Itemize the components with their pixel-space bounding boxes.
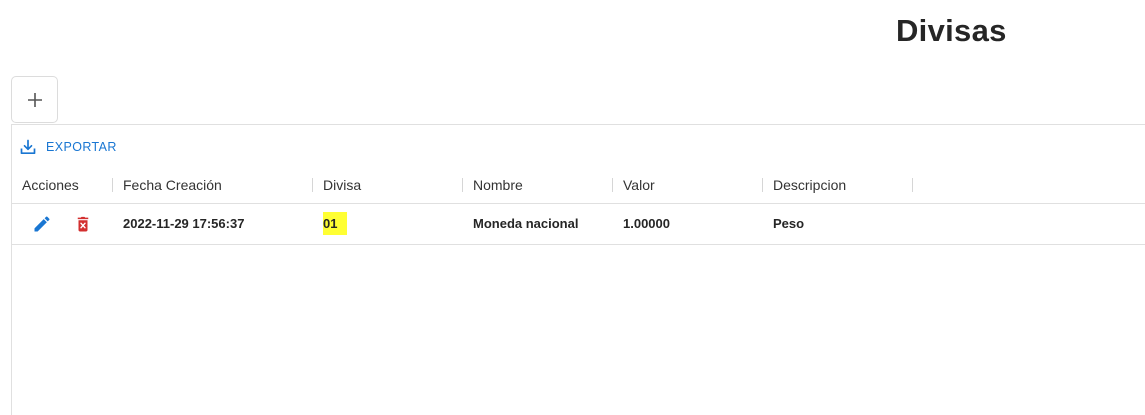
download-icon: [20, 139, 36, 155]
column-separator[interactable]: [912, 178, 913, 192]
export-label: EXPORTAR: [46, 140, 117, 154]
divisa-highlight: 01: [323, 212, 348, 235]
cell-nombre: Moneda nacional: [473, 216, 579, 231]
cell-valor: 1.00000: [623, 216, 670, 231]
header-row: Acciones Fecha Creación Divisa Nombre Va…: [12, 167, 1145, 204]
column-separator[interactable]: [612, 178, 613, 192]
cell-fecha-creacion: 2022-11-29 17:56:37: [123, 216, 245, 231]
column-separator[interactable]: [462, 178, 463, 192]
cell-descripcion: Peso: [773, 216, 805, 231]
column-separator[interactable]: [312, 178, 313, 192]
cell-divisa: 01: [323, 204, 348, 244]
column-header-valor[interactable]: Valor: [623, 167, 655, 203]
edit-button[interactable]: [32, 214, 52, 234]
delete-icon: [77, 216, 89, 232]
table-row[interactable]: 2022-11-29 17:56:37 01 Moneda nacional 1…: [12, 204, 1145, 245]
add-button[interactable]: [11, 76, 58, 123]
column-header-fecha-creacion[interactable]: Fecha Creación: [123, 167, 222, 203]
column-header-acciones[interactable]: Acciones: [22, 167, 79, 203]
page-title: Divisas: [896, 13, 1007, 48]
column-header-divisa[interactable]: Divisa: [323, 167, 361, 203]
column-header-nombre[interactable]: Nombre: [473, 167, 523, 203]
export-button[interactable]: EXPORTAR: [20, 138, 117, 156]
edit-icon: [34, 216, 50, 232]
column-header-descripcion[interactable]: Descripcion: [773, 167, 846, 203]
plus-icon: [27, 92, 42, 107]
column-separator[interactable]: [112, 178, 113, 192]
page: Divisas EXPORTAR Acciones Fecha Creación…: [0, 0, 1145, 415]
data-grid: EXPORTAR Acciones Fecha Creación Divisa …: [11, 124, 1145, 415]
column-separator[interactable]: [762, 178, 763, 192]
delete-button[interactable]: [73, 214, 93, 234]
